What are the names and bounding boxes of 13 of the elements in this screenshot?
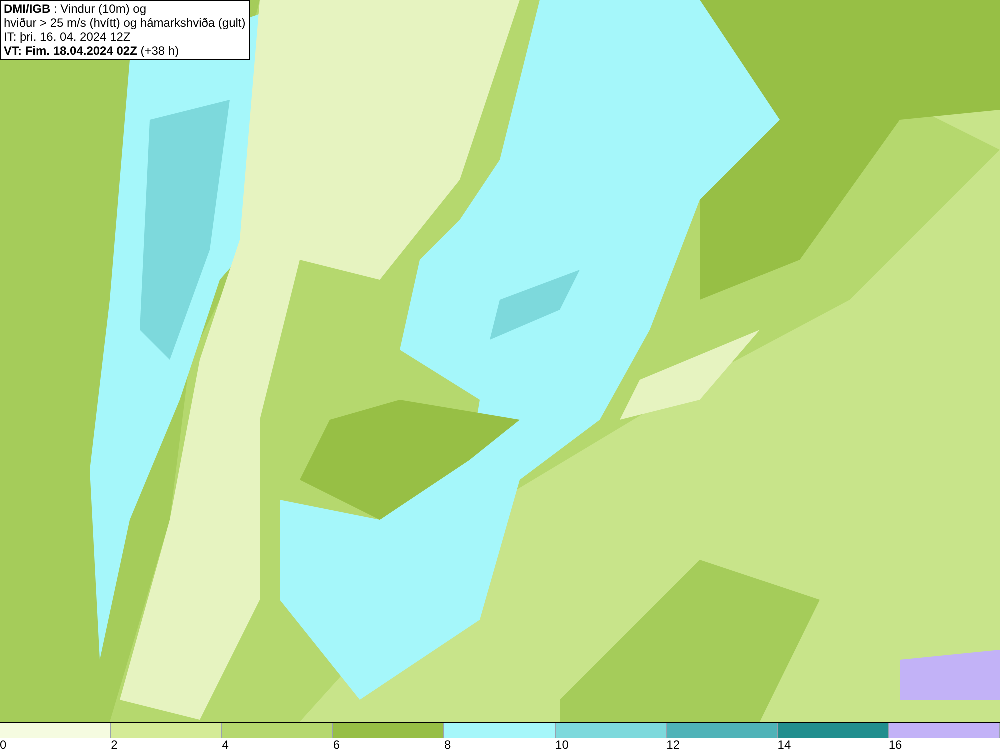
- info-text: VT: Fim. 18.04.2024 02Z (+38 h): [4, 44, 180, 58]
- legend-label: 6: [333, 738, 340, 753]
- legend-label: 10: [556, 738, 569, 753]
- legend-label: 4: [222, 738, 229, 753]
- legend-label: 8: [444, 738, 452, 753]
- legend-label: 14: [778, 738, 792, 753]
- legend-label: 2: [111, 738, 118, 753]
- legend-label: 12: [666, 738, 680, 753]
- info-text: IT: þri. 16. 04. 2024 12Z: [4, 30, 132, 44]
- info-text: DMI/IGB : Vindur (10m) og: [4, 2, 148, 16]
- info-text: hviður > 25 m/s (hvítt) og hámarkshviða (gult): [4, 16, 246, 30]
- legend-label: 0: [0, 738, 7, 753]
- legend-label: 16: [888, 738, 902, 753]
